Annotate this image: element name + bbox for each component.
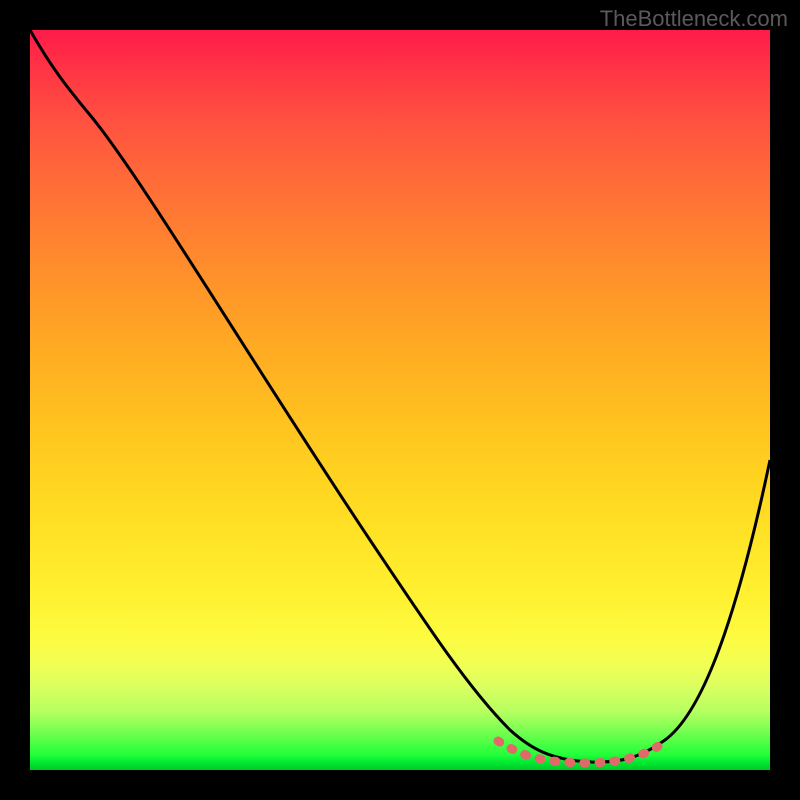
optimal-band-dots	[498, 740, 668, 763]
plot-background-gradient	[30, 30, 770, 770]
bottleneck-curve-svg	[30, 30, 770, 770]
watermark-text: TheBottleneck.com	[600, 6, 788, 32]
bottleneck-curve	[30, 30, 770, 762]
chart-container: TheBottleneck.com	[0, 0, 800, 800]
